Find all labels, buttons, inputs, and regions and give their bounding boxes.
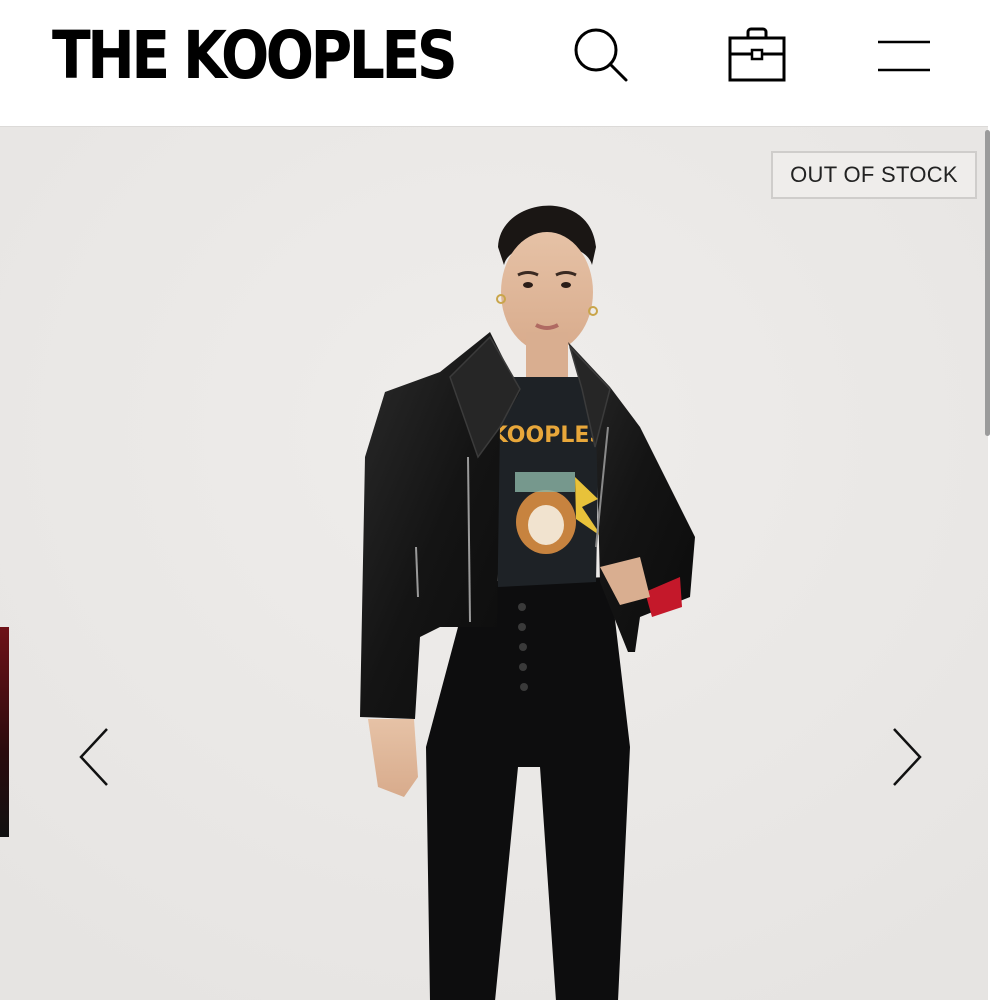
product-page: THE KOOPLES KOOPLES OUT OF STOCK [0, 0, 1000, 1000]
svg-text:KOOPLES: KOOPLES [491, 423, 605, 448]
chevron-right-icon[interactable] [886, 725, 926, 789]
previous-image-peek [0, 627, 9, 837]
site-header: THE KOOPLES [0, 0, 988, 126]
product-image: KOOPLES [0, 127, 988, 1000]
scrollbar-thumb[interactable] [985, 130, 990, 436]
chevron-left-icon[interactable] [75, 725, 115, 789]
product-image-gallery[interactable]: KOOPLES OUT OF STOCK [0, 126, 988, 1000]
search-icon[interactable] [572, 26, 630, 84]
out-of-stock-badge: OUT OF STOCK [771, 151, 977, 199]
shopping-bag-icon[interactable] [726, 24, 788, 86]
hamburger-menu-icon[interactable] [874, 36, 934, 76]
brand-logo[interactable]: THE KOOPLES [52, 16, 458, 96]
